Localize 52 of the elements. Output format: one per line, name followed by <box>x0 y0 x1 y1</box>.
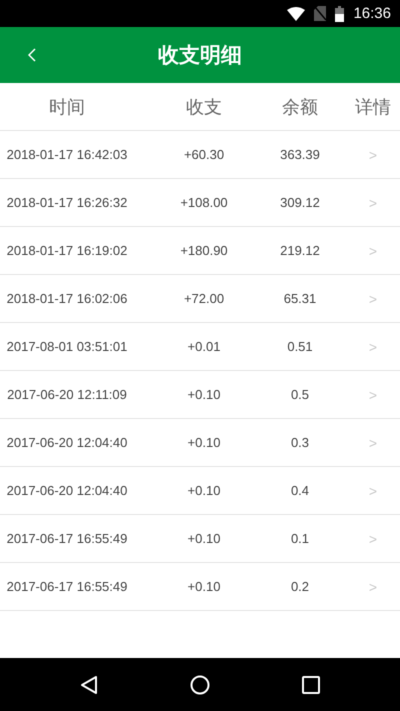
time-cell: 2017-08-01 03:51:01 <box>6 339 128 354</box>
amount-cell: +108.00 <box>180 195 228 210</box>
battery-icon <box>335 6 344 22</box>
amount-cell: +0.10 <box>188 531 220 546</box>
balance-cell: 309.12 <box>280 195 320 210</box>
page-title: 收支明细 <box>158 42 242 69</box>
balance-cell: 0.1 <box>290 531 310 546</box>
time-cell: 2017-06-20 12:04:40 <box>6 483 128 498</box>
column-header: 时间 <box>49 96 85 118</box>
back-icon[interactable] <box>80 674 98 694</box>
time-cell: 2017-06-20 12:04:40 <box>6 435 128 450</box>
balance-cell: 219.12 <box>280 243 320 258</box>
no-sim-icon <box>314 6 326 21</box>
chevron[interactable]: > <box>368 338 378 354</box>
balance-cell: 0.51 <box>287 339 313 354</box>
chevron[interactable]: > <box>368 194 378 210</box>
amount-cell: +0.10 <box>188 579 220 594</box>
chevron[interactable]: > <box>368 290 378 306</box>
home-icon[interactable] <box>190 674 210 694</box>
amount-cell: +72.00 <box>184 291 224 306</box>
chevron[interactable]: > <box>368 434 378 450</box>
time-cell: 2018-01-17 16:26:32 <box>6 195 128 210</box>
time-cell: 2017-06-17 16:55:49 <box>6 531 128 546</box>
clock-time: 16:36 <box>353 5 391 22</box>
balance-cell: 0.4 <box>290 483 310 498</box>
time-cell: 2017-06-20 12:11:09 <box>7 387 127 402</box>
time-cell: 2018-01-17 16:19:02 <box>6 243 128 258</box>
time-cell: 2017-06-17 16:55:49 <box>6 579 128 594</box>
balance-cell: 0.5 <box>290 387 310 402</box>
balance-cell: 363.39 <box>280 147 320 162</box>
chevron[interactable]: > <box>368 530 378 546</box>
amount-cell: +60.30 <box>184 147 224 162</box>
recents-icon[interactable] <box>302 676 320 694</box>
balance-cell: 0.3 <box>290 435 310 450</box>
column-header: 收支 <box>186 96 222 118</box>
amount-cell: +180.90 <box>180 243 228 258</box>
chevron[interactable]: > <box>368 578 378 594</box>
chevron[interactable]: > <box>368 386 378 402</box>
amount-cell: +0.10 <box>188 435 220 450</box>
balance-cell: 65.31 <box>284 291 316 306</box>
column-header: 余额 <box>282 96 318 118</box>
chevron[interactable]: > <box>368 482 378 498</box>
balance-cell: 0.2 <box>290 579 310 594</box>
time-cell: 2018-01-17 16:42:03 <box>6 147 128 162</box>
column-header: 详情 <box>355 96 391 118</box>
chevron[interactable]: > <box>368 242 378 258</box>
time-cell: 2018-01-17 16:02:06 <box>6 291 128 306</box>
amount-cell: +0.10 <box>188 483 220 498</box>
wifi-icon <box>287 6 306 20</box>
chevron[interactable]: > <box>368 146 378 162</box>
amount-cell: +0.10 <box>188 387 220 402</box>
amount-cell: +0.01 <box>188 339 220 354</box>
